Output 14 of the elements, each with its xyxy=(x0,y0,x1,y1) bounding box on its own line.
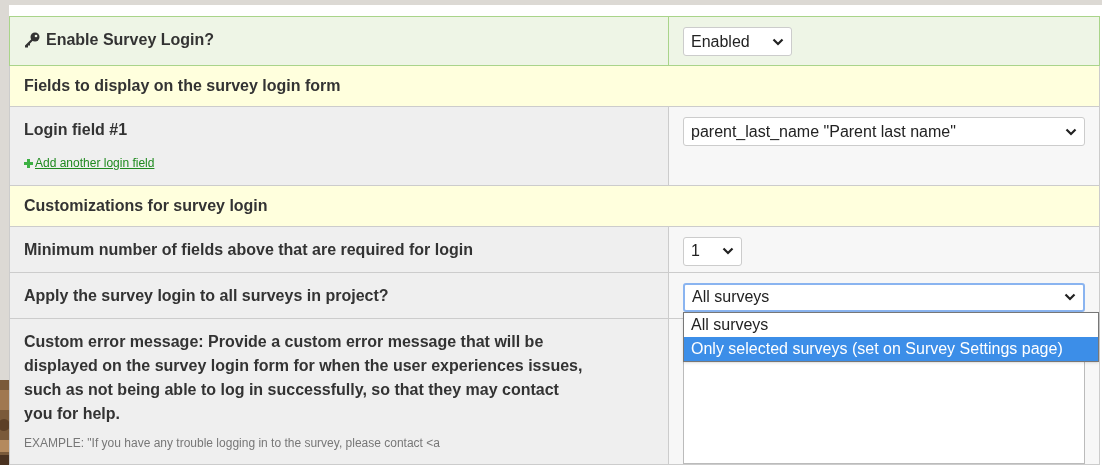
example-text: EXAMPLE: "If you have any trouble logging in to the survey, please contact <a xyxy=(24,434,441,452)
setting-label: Custom error message: Provide a custom error message that will be displayed on the survey login form for when the user experiences issues, such as not being able to log in successfully, so that they may contact you for help. xyxy=(24,331,584,424)
dropdown[interactable]: All surveys xyxy=(683,282,1085,312)
dropdown-option[interactable]: All surveys xyxy=(684,312,1098,337)
section-heading: Customizations for survey login xyxy=(24,195,268,216)
section-heading: Fields to display on the survey login form xyxy=(24,76,341,96)
setting-label: Enable Survey Login? xyxy=(46,30,215,50)
add-field-link[interactable]: Add another login field xyxy=(24,154,155,172)
setting-label: Apply the survey login to all surveys in project? xyxy=(24,285,389,306)
setting-label: Login field #1 xyxy=(24,120,128,140)
dropdown[interactable]: Enabled xyxy=(683,27,792,56)
setting-label: Minimum number of fields above that are required for login xyxy=(24,239,473,260)
dropdown[interactable]: 1 xyxy=(683,236,742,266)
dropdown[interactable]: parent_last_name "Parent last name" xyxy=(683,117,1085,146)
